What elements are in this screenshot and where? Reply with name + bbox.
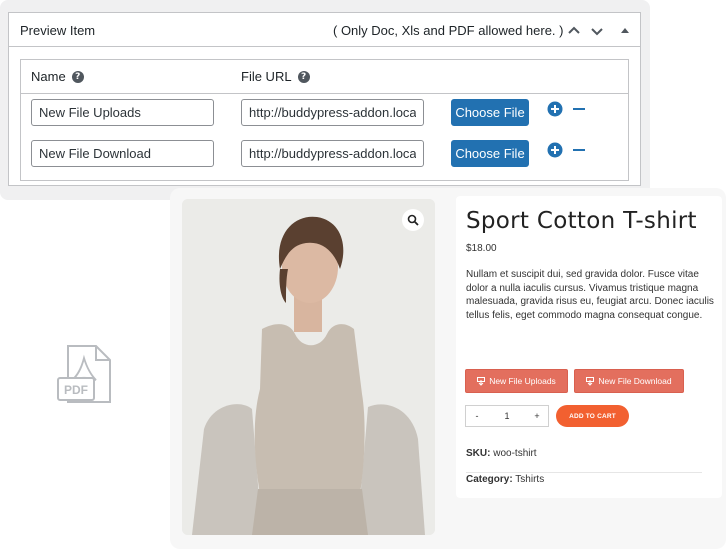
file-name-input-1[interactable] bbox=[31, 99, 214, 126]
quantity-value[interactable]: 1 bbox=[488, 411, 526, 421]
new-file-download-button[interactable]: New File Download bbox=[574, 369, 684, 393]
add-row-icon[interactable] bbox=[547, 142, 563, 158]
category-label: Category: bbox=[466, 474, 513, 485]
category-line: Category: Tshirts bbox=[466, 474, 544, 485]
chevron-up-icon[interactable] bbox=[566, 23, 582, 39]
remove-row-icon[interactable] bbox=[571, 142, 587, 158]
metabox-title: Preview Item bbox=[20, 23, 96, 38]
category-link[interactable]: Tshirts bbox=[515, 474, 544, 485]
download-file-icon bbox=[477, 376, 486, 386]
download-file-icon bbox=[586, 376, 595, 386]
column-header-file-url: File URL ? bbox=[241, 69, 310, 84]
column-header-name-label: Name bbox=[31, 69, 66, 84]
quantity-increase[interactable]: + bbox=[526, 406, 548, 426]
svg-text:PDF: PDF bbox=[64, 383, 88, 397]
file-table: Name ? File URL ? Choose File Choose bbox=[20, 59, 629, 181]
file-url-input-1[interactable] bbox=[241, 99, 424, 126]
new-file-uploads-label: New File Uploads bbox=[489, 376, 556, 386]
help-icon[interactable]: ? bbox=[297, 70, 310, 83]
column-header-file-url-label: File URL bbox=[241, 69, 292, 84]
help-icon[interactable]: ? bbox=[71, 70, 84, 83]
chevron-down-icon[interactable] bbox=[589, 23, 605, 39]
column-header-name: Name ? bbox=[31, 69, 84, 84]
remove-row-icon[interactable] bbox=[571, 101, 587, 117]
collapse-triangle-icon[interactable] bbox=[617, 23, 633, 39]
product-price: $18.00 bbox=[466, 243, 497, 254]
file-url-input-2[interactable] bbox=[241, 140, 424, 167]
allowed-types-note: ( Only Doc, Xls and PDF allowed here. ) bbox=[333, 23, 564, 38]
new-file-uploads-button[interactable]: New File Uploads bbox=[465, 369, 568, 393]
product-description: Nullam et suscipit dui, sed gravida dolo… bbox=[466, 269, 714, 321]
admin-panel: Preview Item ( Only Doc, Xls and PDF all… bbox=[0, 0, 650, 200]
product-title: Sport Cotton T-shirt bbox=[466, 208, 697, 234]
header-divider bbox=[21, 93, 628, 94]
zoom-button[interactable] bbox=[402, 209, 424, 231]
pdf-file-icon: PDF bbox=[57, 345, 111, 403]
new-file-download-label: New File Download bbox=[598, 376, 672, 386]
product-summary: Sport Cotton T-shirt $18.00 Nullam et su… bbox=[456, 196, 722, 498]
preview-item-metabox: Preview Item ( Only Doc, Xls and PDF all… bbox=[8, 12, 641, 186]
product-card: Sport Cotton T-shirt $18.00 Nullam et su… bbox=[170, 188, 726, 549]
sku-value: woo-tshirt bbox=[493, 448, 537, 459]
sku-label: SKU: bbox=[466, 448, 491, 459]
metabox-header: Preview Item ( Only Doc, Xls and PDF all… bbox=[9, 13, 640, 47]
sku-line: SKU: woo-tshirt bbox=[466, 448, 537, 459]
quantity-decrease[interactable]: - bbox=[466, 406, 488, 426]
magnifier-icon bbox=[407, 214, 419, 226]
add-to-cart-button[interactable]: ADD TO CART bbox=[556, 405, 629, 427]
choose-file-button-1[interactable]: Choose File bbox=[451, 99, 529, 126]
product-image[interactable] bbox=[182, 199, 435, 535]
model-photo bbox=[182, 199, 435, 535]
choose-file-button-2[interactable]: Choose File bbox=[451, 140, 529, 167]
meta-divider bbox=[466, 472, 702, 473]
file-name-input-2[interactable] bbox=[31, 140, 214, 167]
quantity-stepper: - 1 + bbox=[465, 405, 549, 427]
add-row-icon[interactable] bbox=[547, 101, 563, 117]
